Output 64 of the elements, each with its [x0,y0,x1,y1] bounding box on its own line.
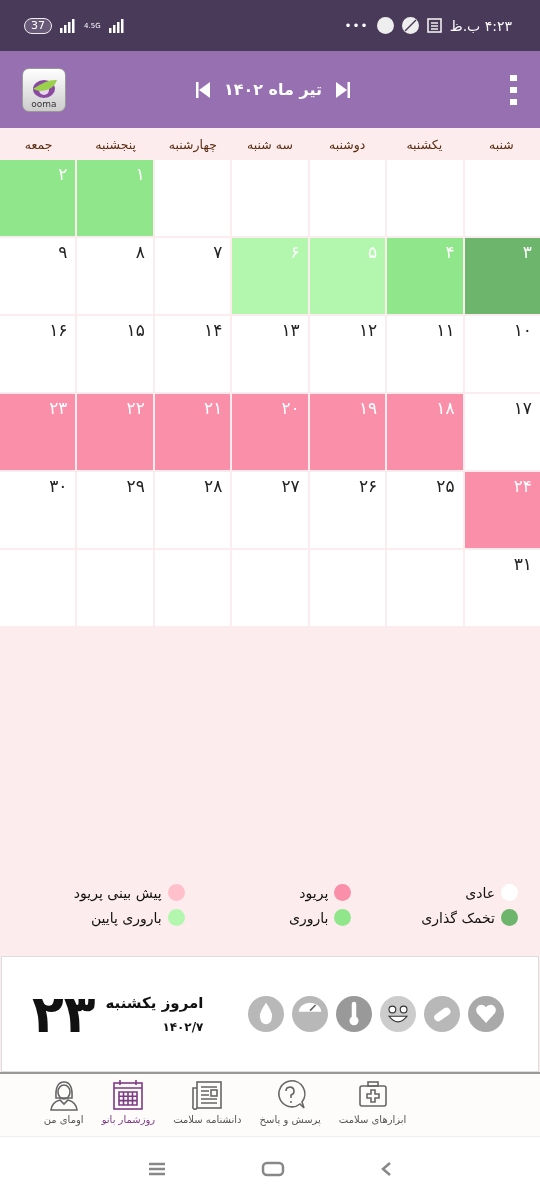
legend-label: باروری [288,909,329,926]
thermometer-icon[interactable] [336,996,372,1032]
day-cell[interactable]: ۱۲ [309,316,386,392]
nav-tab[interactable]: دانشنامه سلامت [171,1074,244,1136]
slashed-circle-icon [401,17,419,34]
legend-label: پیش بینی پریود [73,884,162,901]
today-day-number: ۲۳ [32,984,96,1044]
nav-tab[interactable]: روزشمار بانو [99,1074,158,1136]
day-cell[interactable]: ۲۶ [309,472,386,548]
today-date: ۱۴۰۲/۷ [161,1020,204,1034]
day-cell[interactable]: ۱۴ [154,316,231,392]
day-cell[interactable]: ۱۵ [77,316,153,392]
day-cell[interactable]: ۱۷ [464,394,540,470]
today-label: امروز یکشنبه [105,994,204,1012]
newspaper-icon [190,1078,225,1112]
legend-label: تخمک گذاری [421,909,495,926]
home-icon[interactable] [261,1160,285,1177]
day-cell[interactable]: ۱۶ [0,316,76,392]
weekday-label: یکشنبه [405,136,444,152]
app-logo[interactable]: ooma [22,67,66,112]
month-title: تیر ماه ۱۴۰۲ [223,80,323,99]
drop-icon[interactable] [248,996,284,1032]
day-cell[interactable]: ۳۰ [0,472,76,548]
recent-apps-icon[interactable] [147,1161,166,1176]
day-cell[interactable]: ۲۷ [232,472,308,548]
document-icon [426,18,442,33]
day-cell[interactable]: ۲۹ [77,472,153,548]
signal-icon [60,18,76,33]
menu-button[interactable] [510,74,518,105]
legend-label: باروری پایین [90,909,162,926]
day-cell[interactable]: ۳۱ [464,550,540,626]
signal-icon [108,18,125,33]
logo-text: ooma [31,98,57,109]
day-cell[interactable]: ۱۱ [387,316,463,392]
nav-tab[interactable]: ابزارهای سلامت [336,1074,409,1136]
back-icon[interactable] [380,1160,393,1177]
weekday-label: سه شنبه [246,136,294,152]
day-cell[interactable]: ۸ [77,238,153,314]
day-cell[interactable] [154,160,231,236]
clock-time: ۴:۲۳ ب.ظ [449,17,512,34]
legend-label: عادی [465,884,495,901]
day-cell[interactable]: ۲۵ [387,472,463,548]
nav-tab[interactable]: پرسش و پاسخ [257,1074,323,1136]
next-month-button[interactable] [336,81,351,98]
scale-icon[interactable] [292,996,328,1032]
more-notifications: ••• [344,18,369,33]
weekday-label: شنبه [488,136,515,152]
weekday-label: پنجشنبه [94,136,138,152]
day-cell[interactable]: ۱۳ [232,316,308,392]
calendar-icon [111,1078,146,1112]
day-cell[interactable]: ۲۸ [154,472,231,548]
weekday-label: جمعه [23,136,54,152]
circle-icon [376,17,394,34]
weekday-label: دوشنبه [328,136,367,152]
day-cell[interactable]: ۷ [154,238,231,314]
previous-month-button[interactable] [195,81,210,98]
battery-level: 37 [24,17,52,34]
nav-tab[interactable]: اومای من [41,1074,86,1136]
smiley-icon[interactable] [380,996,416,1032]
weekday-label: چهارشنبه [167,136,218,152]
day-cell[interactable]: ۹ [0,238,76,314]
pill-icon[interactable] [424,996,460,1032]
day-cell[interactable]: ۱۰ [464,316,540,392]
legend-label: پریود [299,884,329,901]
